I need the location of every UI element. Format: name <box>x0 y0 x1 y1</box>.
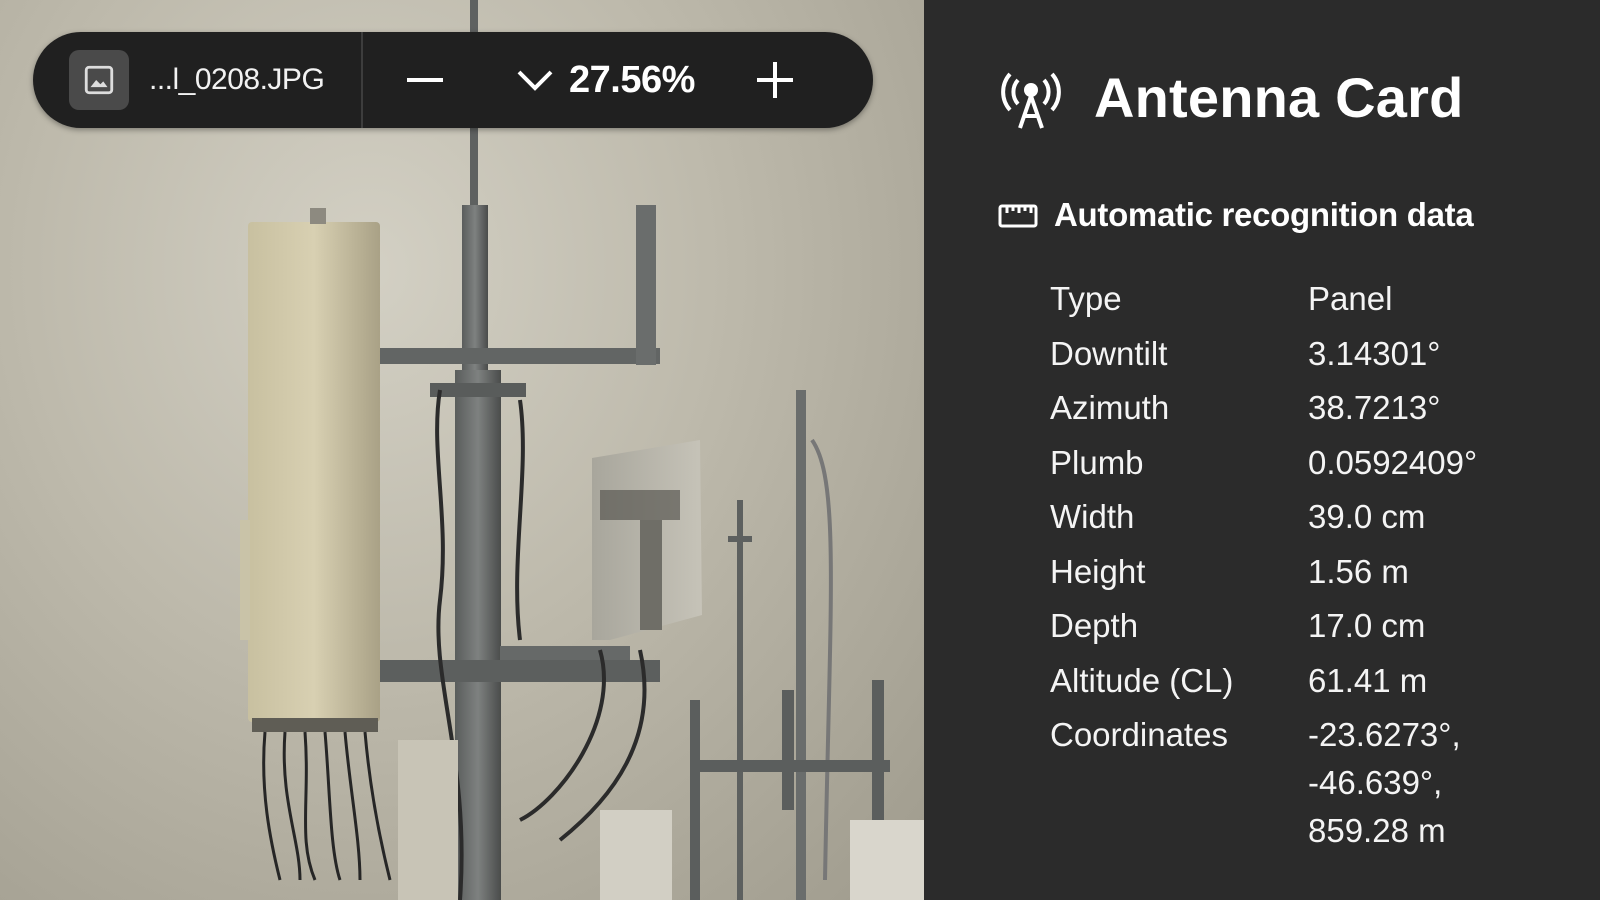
antenna-photo <box>240 0 924 900</box>
section-title: Automatic recognition data <box>1054 196 1474 233</box>
ruler-icon <box>998 204 1038 228</box>
data-key: Downtilt <box>1050 334 1168 372</box>
file-name: ...l_0208.JPG <box>149 63 325 96</box>
plus-icon <box>757 62 793 98</box>
zoom-in-button[interactable] <box>745 50 805 110</box>
coordinate-latitude: -23.6273°, <box>1308 716 1461 753</box>
data-row-type: Type Panel <box>1050 272 1570 327</box>
zoom-out-button[interactable] <box>395 50 455 110</box>
coordinates-value: -23.6273°, -46.639°, 859.28 m <box>1308 708 1570 855</box>
data-value: 39.0 cm <box>1308 498 1426 535</box>
data-key: Width <box>1050 498 1135 535</box>
zoom-menu-button[interactable] <box>505 50 565 110</box>
zoom-level[interactable]: 27.56% <box>569 59 729 102</box>
section-header: Automatic recognition data <box>998 196 1474 234</box>
data-key: Altitude (CL) <box>1050 661 1234 699</box>
data-key: Plumb <box>1050 443 1144 481</box>
data-value: 61.41 m <box>1308 661 1428 699</box>
recognition-data-table: Type Panel Downtilt 3.14301° Azimuth 38.… <box>1050 272 1570 855</box>
data-value: 3.14301° <box>1308 334 1441 372</box>
data-value: 17.0 cm <box>1308 607 1426 644</box>
data-key: Depth <box>1050 607 1139 644</box>
viewer-toolbar: ...l_0208.JPG 27.56% <box>33 32 873 128</box>
chevron-down-icon <box>517 70 553 91</box>
data-key: Height <box>1050 552 1146 590</box>
data-row-azimuth: Azimuth 38.7213° <box>1050 381 1570 436</box>
data-value: 38.7213° <box>1308 389 1441 426</box>
image-icon[interactable] <box>69 50 129 110</box>
data-key: Coordinates <box>1050 716 1228 753</box>
antenna-tower-icon <box>1001 72 1061 129</box>
data-row-depth: Depth 17.0 cm <box>1050 599 1570 654</box>
coordinate-longitude: -46.639°, <box>1308 764 1443 801</box>
data-row-altitude: Altitude (CL) 61.41 m <box>1050 654 1570 709</box>
data-key: Type <box>1050 280 1122 317</box>
data-row-coordinates: Coordinates -23.6273°, -46.639°, 859.28 … <box>1050 708 1570 855</box>
panel-title: Antenna Card <box>1094 65 1464 129</box>
panel-header: Antenna Card <box>996 62 1464 132</box>
data-key: Azimuth <box>1050 389 1170 426</box>
data-row-height: Height 1.56 m <box>1050 545 1570 600</box>
photo-viewer[interactable]: ...l_0208.JPG 27.56% <box>0 0 924 900</box>
data-value: 1.56 m <box>1308 552 1409 590</box>
data-value: Panel <box>1308 280 1393 317</box>
data-row-downtilt: Downtilt 3.14301° <box>1050 327 1570 382</box>
minus-icon <box>407 78 443 82</box>
data-row-plumb: Plumb 0.0592409° <box>1050 436 1570 491</box>
coordinate-altitude: 859.28 m <box>1308 812 1446 849</box>
toolbar-divider <box>361 32 363 128</box>
data-row-width: Width 39.0 cm <box>1050 490 1570 545</box>
antenna-card-panel: Antenna Card Automatic recognition data … <box>924 0 1600 900</box>
data-value: 0.0592409° <box>1308 443 1478 481</box>
